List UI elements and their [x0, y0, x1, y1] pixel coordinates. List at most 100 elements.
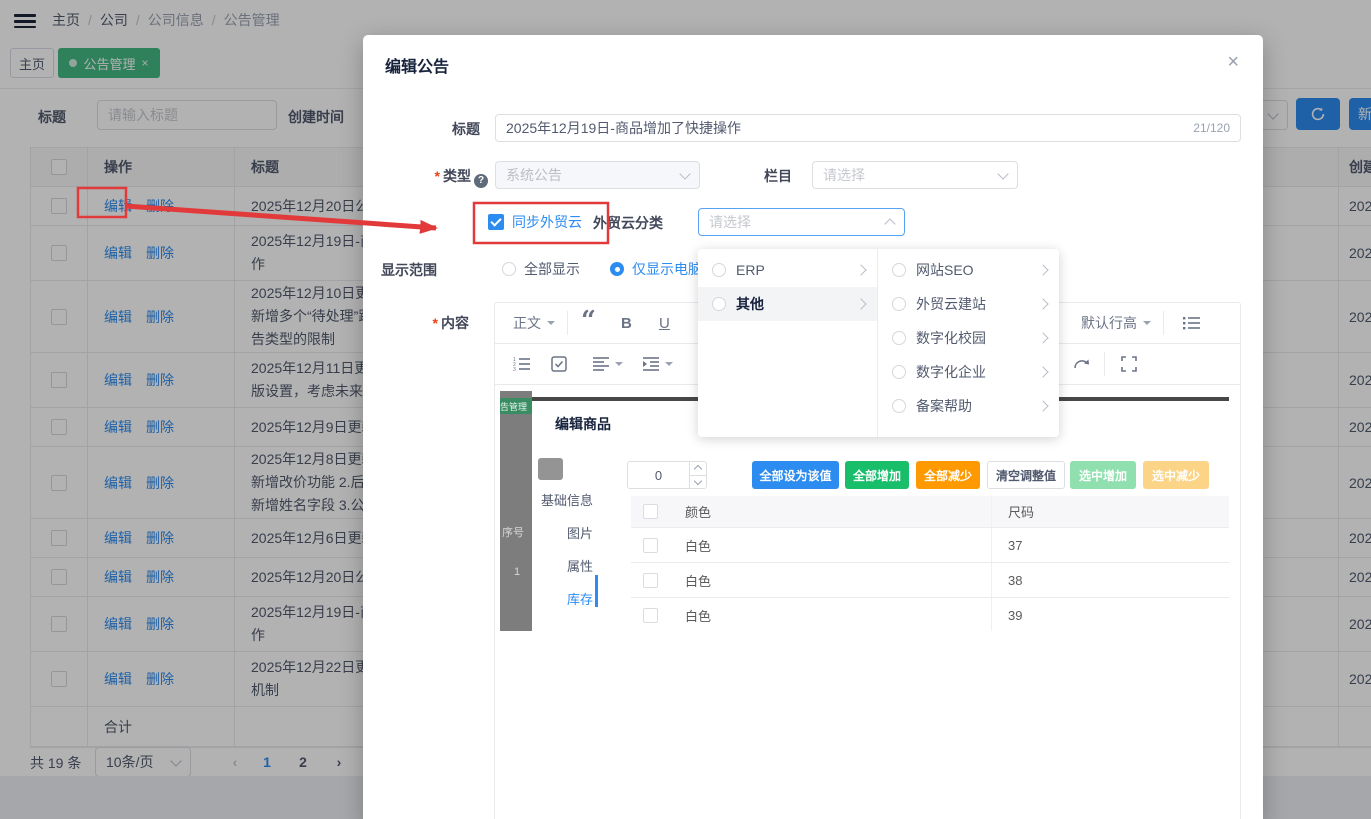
task-list-icon[interactable] — [551, 344, 567, 384]
type-select[interactable]: 系统公告 — [495, 161, 700, 189]
embed-stepper[interactable]: 0 — [627, 461, 707, 489]
modal-close-icon[interactable]: × — [1227, 51, 1239, 74]
help-icon[interactable]: ? — [474, 173, 488, 188]
embed-action-button[interactable]: 选中减少 — [1143, 461, 1209, 489]
radio-icon[interactable] — [892, 263, 906, 277]
title-char-counter: 21/120 — [1193, 121, 1230, 135]
title-input-value: 2025年12月19日-商品增加了快捷操作 — [506, 120, 741, 136]
chevron-right-icon — [1037, 264, 1049, 276]
cascader-option[interactable]: 备案帮助 — [878, 389, 1059, 423]
radio-icon[interactable] — [892, 399, 906, 413]
embed-active-indicator — [595, 575, 598, 607]
radio-icon[interactable] — [892, 297, 906, 311]
scope-all-option[interactable]: 全部显示 — [502, 255, 580, 283]
chevron-right-icon — [1037, 366, 1049, 378]
chevron-down-icon — [679, 167, 691, 180]
cascader-level-2: 网站SEO 外贸云建站数字化校园数字化企业备案帮助 — [877, 249, 1059, 437]
embed-action-button[interactable]: 全部减少 — [916, 461, 980, 489]
embed-sidebar-item[interactable]: 基础信息 — [533, 484, 593, 517]
caret-down-icon — [1143, 321, 1151, 325]
embed-row-checkbox[interactable] — [642, 607, 658, 623]
column-select[interactable]: 请选择 — [812, 161, 1018, 189]
align-dropdown-icon[interactable] — [593, 344, 623, 384]
paragraph-style-dropdown[interactable]: 正文 — [513, 303, 555, 343]
redo-icon[interactable] — [1073, 344, 1091, 384]
column-select-placeholder: 请选择 — [823, 167, 865, 183]
radio-icon[interactable] — [892, 365, 906, 379]
sync-checkbox[interactable] — [488, 214, 504, 230]
cascader-option[interactable]: 外贸云建站 — [878, 287, 1059, 321]
ordered-list-icon[interactable]: 123 — [513, 344, 531, 384]
cascader-option[interactable]: ERP — [698, 253, 877, 287]
underline-icon[interactable]: U — [659, 303, 670, 343]
embed-dim-strip: 序号 1 — [500, 391, 532, 631]
embed-cell-color: 白色 — [669, 563, 992, 597]
embed-table: 颜色 尺码 白色 37 白色 38 白色 39 — [631, 496, 1229, 631]
bullet-list-icon[interactable] — [1183, 303, 1201, 343]
screen: 主页 / 公司 / 公司信息 / 公告管理 主页 公告管理 × 标题 请输入标题 创建时间 … — [0, 0, 1371, 819]
cascader-option-label: ERP — [736, 262, 765, 278]
cascader-option-label: 备案帮助 — [916, 398, 972, 414]
embed-seq-value: 1 — [514, 566, 521, 578]
cascader-option-label: 网站SEO — [916, 262, 974, 278]
embed-table-row: 白色 39 — [631, 598, 1229, 631]
radio-icon[interactable] — [892, 331, 906, 345]
cascader-option[interactable]: 数字化校园 — [878, 321, 1059, 355]
embed-action-button[interactable]: 全部设为该值 — [752, 461, 839, 489]
embed-action-button[interactable]: 选中增加 — [1070, 461, 1136, 489]
cascader-option-label: 外贸云建站 — [916, 296, 986, 312]
embed-action-button[interactable]: 全部增加 — [845, 461, 909, 489]
radio-icon[interactable] — [712, 297, 726, 311]
embed-sidebar: 基础信息 图片 属性 库存 — [533, 484, 593, 616]
bold-icon[interactable]: B — [621, 303, 632, 343]
embed-cell-color: 白色 — [669, 528, 992, 562]
caret-down-icon — [547, 321, 555, 325]
line-height-dropdown[interactable]: 默认行高 — [1081, 303, 1151, 343]
modal-title: 编辑公告 — [385, 59, 450, 76]
required-asterisk: * — [434, 168, 440, 184]
cascader-level-1: ERP 其他 — [698, 249, 877, 437]
chevron-right-icon — [855, 264, 867, 276]
field-content-label: * 内容 — [432, 315, 469, 331]
embed-cell-size: 38 — [1008, 572, 1023, 588]
embed-table-header: 颜色 尺码 — [631, 496, 1229, 528]
chevron-right-icon — [1037, 298, 1049, 310]
chevron-right-icon — [855, 298, 867, 310]
blockquote-icon[interactable]: “ — [581, 303, 596, 343]
embed-stepper-value: 0 — [654, 467, 663, 483]
embed-sidebar-item[interactable]: 属性 — [533, 550, 593, 583]
svg-text:3: 3 — [513, 367, 516, 372]
category-select[interactable]: 请选择 — [698, 208, 905, 236]
field-category-label: 外贸云分类 — [593, 215, 663, 231]
field-type-label: * 类型? — [400, 166, 488, 188]
cascader-option[interactable]: 数字化企业 — [878, 355, 1059, 389]
cascader-option[interactable]: 其他 — [698, 287, 877, 321]
embed-row-checkbox[interactable] — [642, 572, 658, 588]
required-asterisk: * — [432, 315, 438, 331]
embed-row-checkbox[interactable] — [642, 537, 658, 553]
cascader-option-label: 数字化企业 — [916, 364, 986, 380]
chevron-right-icon — [1037, 332, 1049, 344]
radio-checked-icon — [610, 262, 624, 276]
title-input[interactable]: 2025年12月19日-商品增加了快捷操作 21/120 — [495, 114, 1241, 142]
embed-dim-fragment — [538, 458, 563, 480]
embed-green-tab-fragment: 告管理 — [500, 398, 532, 414]
cascader-option[interactable]: 网站SEO — [878, 253, 1059, 287]
scope-all-label: 全部显示 — [524, 261, 580, 277]
embed-sidebar-item[interactable]: 库存 — [533, 583, 593, 616]
embed-action-button[interactable]: 清空调整值 — [987, 461, 1065, 489]
sync-checkbox-label: 同步外贸云 — [512, 214, 582, 230]
embed-col-color: 颜色 — [669, 496, 992, 527]
indent-dropdown-icon[interactable] — [643, 344, 673, 384]
chevron-down-icon — [997, 167, 1009, 180]
embed-cell-size: 37 — [1008, 537, 1023, 553]
cascader-option-label: 数字化校园 — [916, 330, 986, 346]
embed-cell-color: 白色 — [669, 598, 992, 631]
scope-pc-option[interactable]: 仅显示电脑 — [610, 255, 702, 283]
embed-select-all-checkbox[interactable] — [642, 504, 658, 519]
field-scope-label: 显示范围 — [381, 262, 437, 278]
embed-sidebar-item[interactable]: 图片 — [533, 517, 593, 550]
category-select-placeholder: 请选择 — [709, 214, 751, 230]
radio-icon[interactable] — [712, 263, 726, 277]
fullscreen-icon[interactable] — [1121, 344, 1137, 384]
